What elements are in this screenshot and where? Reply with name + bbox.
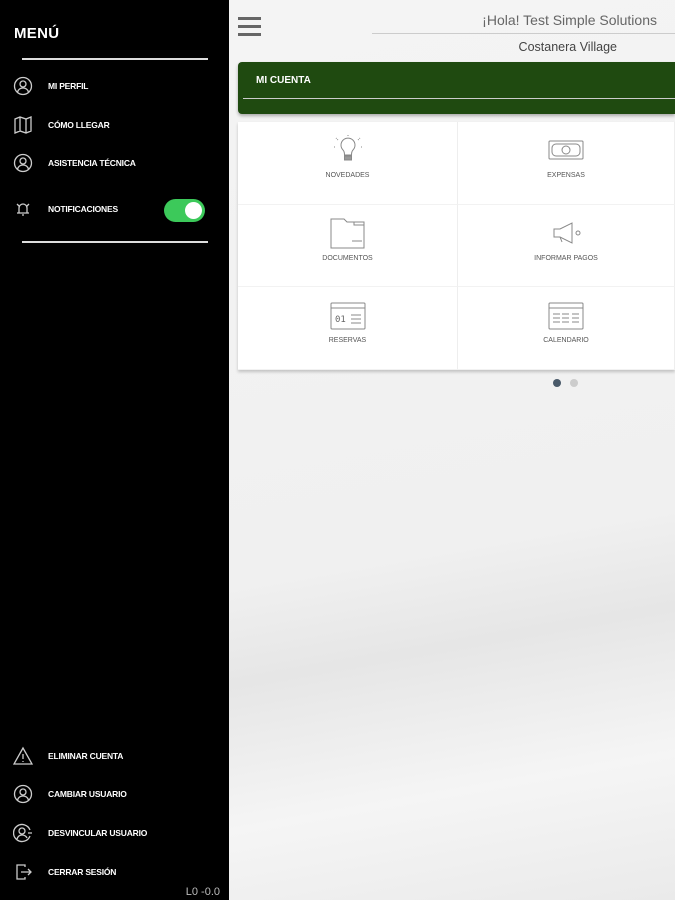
- menu-item-mi-perfil[interactable]: MI PERFIL: [13, 76, 88, 96]
- user-circle-icon: [13, 76, 33, 96]
- menu-item-label: CERRAR SESIÓN: [48, 867, 117, 877]
- logout-icon: [16, 864, 32, 880]
- tile-calendario[interactable]: CALENDARIO: [458, 287, 675, 370]
- divider: [22, 241, 208, 243]
- menu-item-label: NOTIFICACIONES: [48, 204, 118, 214]
- menu-item-label: CÓMO LLEGAR: [48, 120, 110, 130]
- app-version: L0 -0.0: [185, 886, 220, 898]
- svg-text:01: 01: [335, 315, 346, 325]
- user-unlink-icon: [13, 823, 32, 843]
- menu-item-label: ELIMINAR CUENTA: [48, 751, 124, 761]
- hamburger-menu-icon[interactable]: [238, 17, 261, 37]
- tile-label: EXPENSAS: [547, 172, 585, 179]
- tiles-grid: NOVEDADES EXPENSAS DOCUMENTOS INFORMAR P…: [238, 122, 675, 370]
- menu-item-notificaciones: NOTIFICACIONES: [13, 199, 118, 219]
- menu-item-cerrar-sesion[interactable]: CERRAR SESIÓN: [13, 862, 116, 882]
- map-icon: [14, 116, 32, 134]
- menu-item-desvincular-usuario[interactable]: DESVINCULAR USUARIO: [13, 823, 147, 843]
- tile-informar-pagos[interactable]: INFORMAR PAGOS: [458, 204, 675, 288]
- page-dot-active[interactable]: [553, 379, 561, 387]
- main-content: ¡Hola! Test Simple Solutions Costanera V…: [229, 0, 675, 900]
- menu-item-cambiar-usuario[interactable]: CAMBIAR USUARIO: [13, 784, 127, 804]
- tile-reservas[interactable]: 01 RESERVAS: [238, 287, 458, 370]
- menu-item-label: CAMBIAR USUARIO: [48, 789, 127, 799]
- menu-title: MENÚ: [14, 25, 60, 42]
- notifications-toggle[interactable]: [164, 199, 205, 222]
- side-menu: MENÚ MI PERFIL CÓMO LLEGAR ASISTENCIA TÉ…: [0, 0, 229, 900]
- tile-label: RESERVAS: [328, 337, 367, 345]
- divider: [22, 58, 208, 60]
- page-indicator: [553, 379, 578, 387]
- megaphone-icon: [553, 221, 581, 244]
- bell-icon: [16, 203, 30, 216]
- menu-item-asistencia-tecnica[interactable]: ASISTENCIA TÉCNICA: [13, 153, 136, 173]
- banknote-icon: [548, 140, 584, 160]
- menu-item-eliminar-cuenta[interactable]: ELIMINAR CUENTA: [13, 746, 123, 766]
- folder-icon: [330, 218, 364, 249]
- greeting: ¡Hola! Test Simple Solutions: [482, 12, 657, 28]
- tile-label: DOCUMENTOS: [322, 254, 373, 262]
- page-dot[interactable]: [570, 379, 578, 387]
- community-name: Costanera Village: [518, 40, 617, 54]
- divider: [243, 98, 675, 99]
- tile-label: NOVEDADES: [325, 172, 370, 179]
- user-circle-icon: [13, 153, 33, 173]
- divider: [372, 33, 675, 34]
- user-circle-icon: [13, 784, 33, 804]
- tile-label: INFORMAR PAGOS: [534, 254, 598, 262]
- tile-label: CALENDARIO: [543, 337, 589, 345]
- tile-expensas[interactable]: EXPENSAS: [458, 122, 675, 205]
- tile-documentos[interactable]: DOCUMENTOS: [238, 204, 458, 288]
- menu-item-como-llegar[interactable]: CÓMO LLEGAR: [13, 115, 110, 135]
- tile-novedades[interactable]: NOVEDADES: [238, 122, 458, 205]
- menu-item-label: ASISTENCIA TÉCNICA: [48, 158, 136, 168]
- menu-item-label: DESVINCULAR USUARIO: [48, 828, 148, 838]
- section-title: MI CUENTA: [256, 75, 311, 86]
- calendar-icon: [548, 302, 584, 330]
- menu-item-label: MI PERFIL: [48, 81, 89, 91]
- warning-icon: [13, 746, 33, 765]
- calendar-day-icon: 01: [330, 302, 365, 330]
- section-header: MI CUENTA: [238, 62, 675, 114]
- lightbulb-icon: [332, 134, 363, 161]
